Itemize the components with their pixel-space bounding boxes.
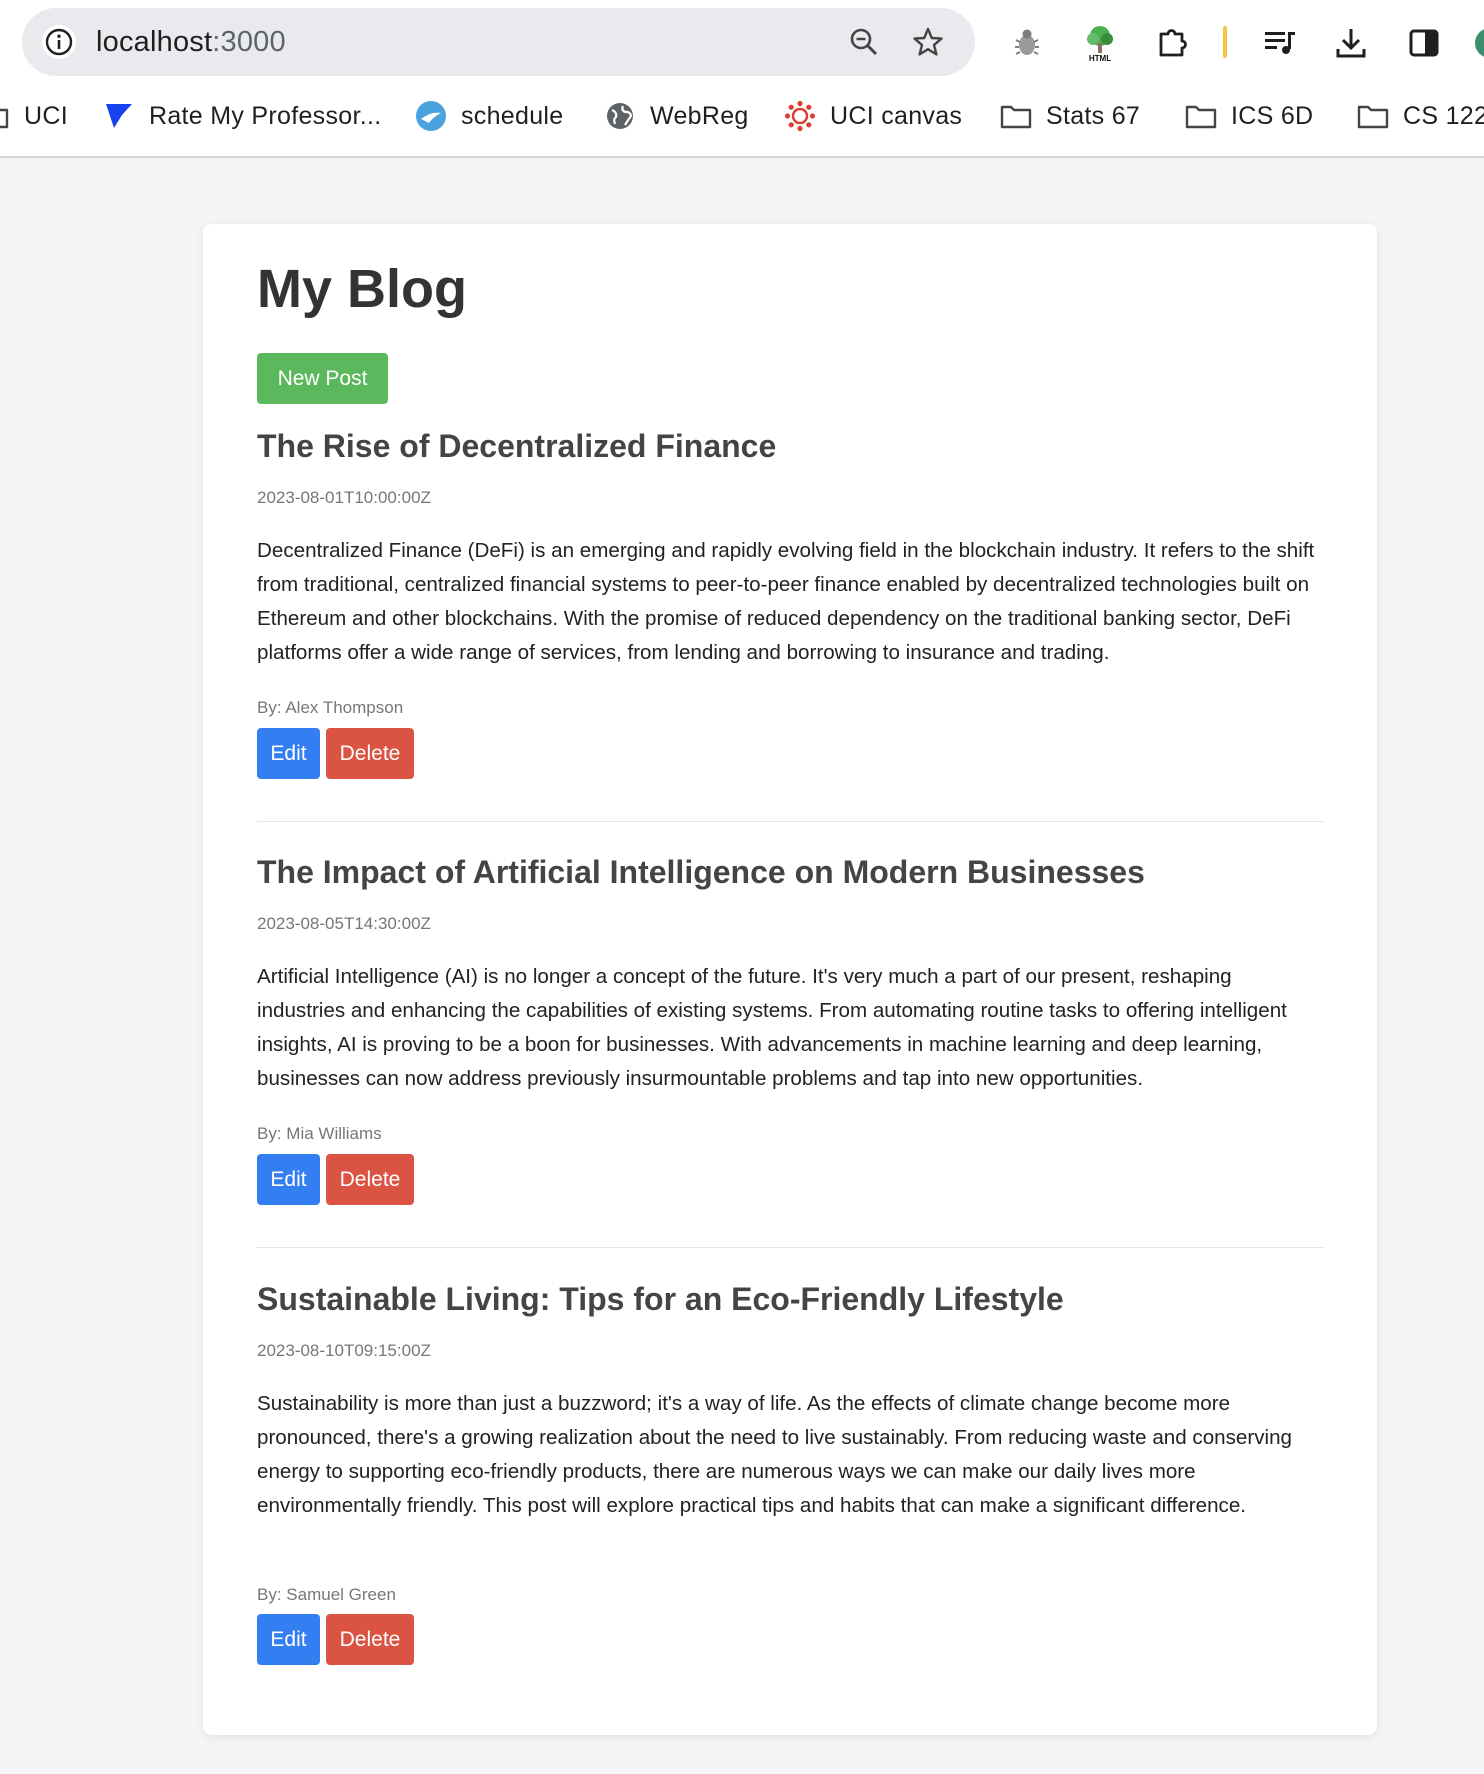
edit-button[interactable]: Edit (257, 728, 320, 779)
post-date: 2023-08-05T14:30:00Z (257, 914, 431, 933)
folder-icon (1000, 100, 1032, 132)
url-host: localhost (96, 25, 213, 58)
post-item: The Impact of Artificial Intelligence on… (257, 854, 1324, 1205)
extensions-puzzle-icon[interactable] (1151, 21, 1195, 65)
url-text[interactable]: localhost:3000 (96, 8, 286, 76)
bookmark-label: schedule (461, 101, 564, 130)
browser-toolbar: localhost:3000 HTML (0, 0, 1484, 86)
bookmark-cs-122[interactable]: CS 122 (1357, 90, 1484, 142)
bookmark-schedule[interactable]: schedule (415, 90, 563, 142)
folder-icon (1185, 100, 1217, 132)
bookmark-star-icon[interactable] (908, 22, 948, 62)
post-title: The Impact of Artificial Intelligence on… (257, 854, 1145, 890)
post-body: Artificial Intelligence (AI) is no longe… (257, 965, 1287, 1090)
post-divider (257, 821, 1324, 822)
page-title: My Blog (257, 259, 467, 319)
post-author: By: Alex Thompson (257, 698, 404, 717)
post-author: By: Samuel Green (257, 1585, 396, 1604)
bookmark-rate-my-professor[interactable]: Rate My Professor... (103, 90, 381, 142)
post-item: Sustainable Living: Tips for an Eco-Frie… (257, 1281, 1324, 1681)
bookmark-ics-6d[interactable]: ICS 6D (1185, 90, 1313, 142)
post-body: Sustainability is more than just a buzzw… (257, 1392, 1292, 1517)
address-bar[interactable]: localhost:3000 (22, 8, 975, 76)
post-item: The Rise of Decentralized Finance 2023-0… (257, 428, 1324, 779)
bookmark-label: UCI (24, 101, 68, 130)
bookmark-label: Stats 67 (1046, 101, 1141, 130)
bookmark-uci[interactable]: UCI (0, 90, 68, 142)
blog-container: My Blog New Post The Rise of Decentraliz… (203, 224, 1377, 1735)
browser-chrome: localhost:3000 HTML UCI Rate My Profess… (0, 0, 1484, 158)
download-icon[interactable] (1329, 21, 1373, 65)
bookmark-uci-canvas[interactable]: UCI canvas (784, 90, 962, 142)
delete-button[interactable]: Delete (326, 1154, 414, 1205)
toolbar-separator (1223, 26, 1227, 58)
rmp-icon (103, 100, 135, 132)
bookmark-label: ICS 6D (1231, 101, 1314, 130)
bookmark-label: WebReg (650, 101, 749, 130)
post-title: The Rise of Decentralized Finance (257, 428, 777, 464)
edit-button[interactable]: Edit (257, 1614, 320, 1665)
bookmarks-bar: UCI Rate My Professor... schedule WebReg (0, 90, 1484, 142)
post-body: Decentralized Finance (DeFi) is an emerg… (257, 539, 1315, 664)
url-port: :3000 (212, 25, 286, 58)
schedule-icon (415, 100, 447, 132)
delete-button[interactable]: Delete (326, 728, 414, 779)
post-date: 2023-08-01T10:00:00Z (257, 488, 431, 507)
media-queue-icon[interactable] (1258, 21, 1302, 65)
zoom-icon[interactable] (844, 22, 884, 62)
post-title: Sustainable Living: Tips for an Eco-Frie… (257, 1281, 1064, 1317)
bookmark-webreg[interactable]: WebReg (604, 90, 749, 142)
bookmark-label: UCI canvas (830, 101, 963, 130)
edit-button[interactable]: Edit (257, 1154, 320, 1205)
bookmark-label: CS 122 (1403, 101, 1484, 130)
bookmark-stats-67[interactable]: Stats 67 (1000, 90, 1140, 142)
bookmark-label: Rate My Professor... (149, 101, 382, 130)
svg-text:HTML: HTML (1089, 54, 1111, 63)
folder-icon (0, 100, 10, 132)
globe-icon (604, 100, 636, 132)
profile-avatar-icon[interactable] (1468, 21, 1484, 65)
page-viewport: My Blog New Post The Rise of Decentraliz… (0, 158, 1484, 1774)
site-info-icon[interactable] (42, 25, 76, 59)
post-date: 2023-08-10T09:15:00Z (257, 1341, 431, 1360)
new-post-button[interactable]: New Post (257, 353, 388, 404)
html-tree-extension-icon[interactable]: HTML (1078, 21, 1122, 65)
post-author: By: Mia Williams (257, 1124, 382, 1143)
folder-icon (1357, 100, 1389, 132)
side-panel-icon[interactable] (1402, 21, 1446, 65)
bug-extension-icon[interactable] (1005, 21, 1049, 65)
post-divider (257, 1247, 1324, 1248)
canvas-icon (784, 100, 816, 132)
delete-button[interactable]: Delete (326, 1614, 414, 1665)
